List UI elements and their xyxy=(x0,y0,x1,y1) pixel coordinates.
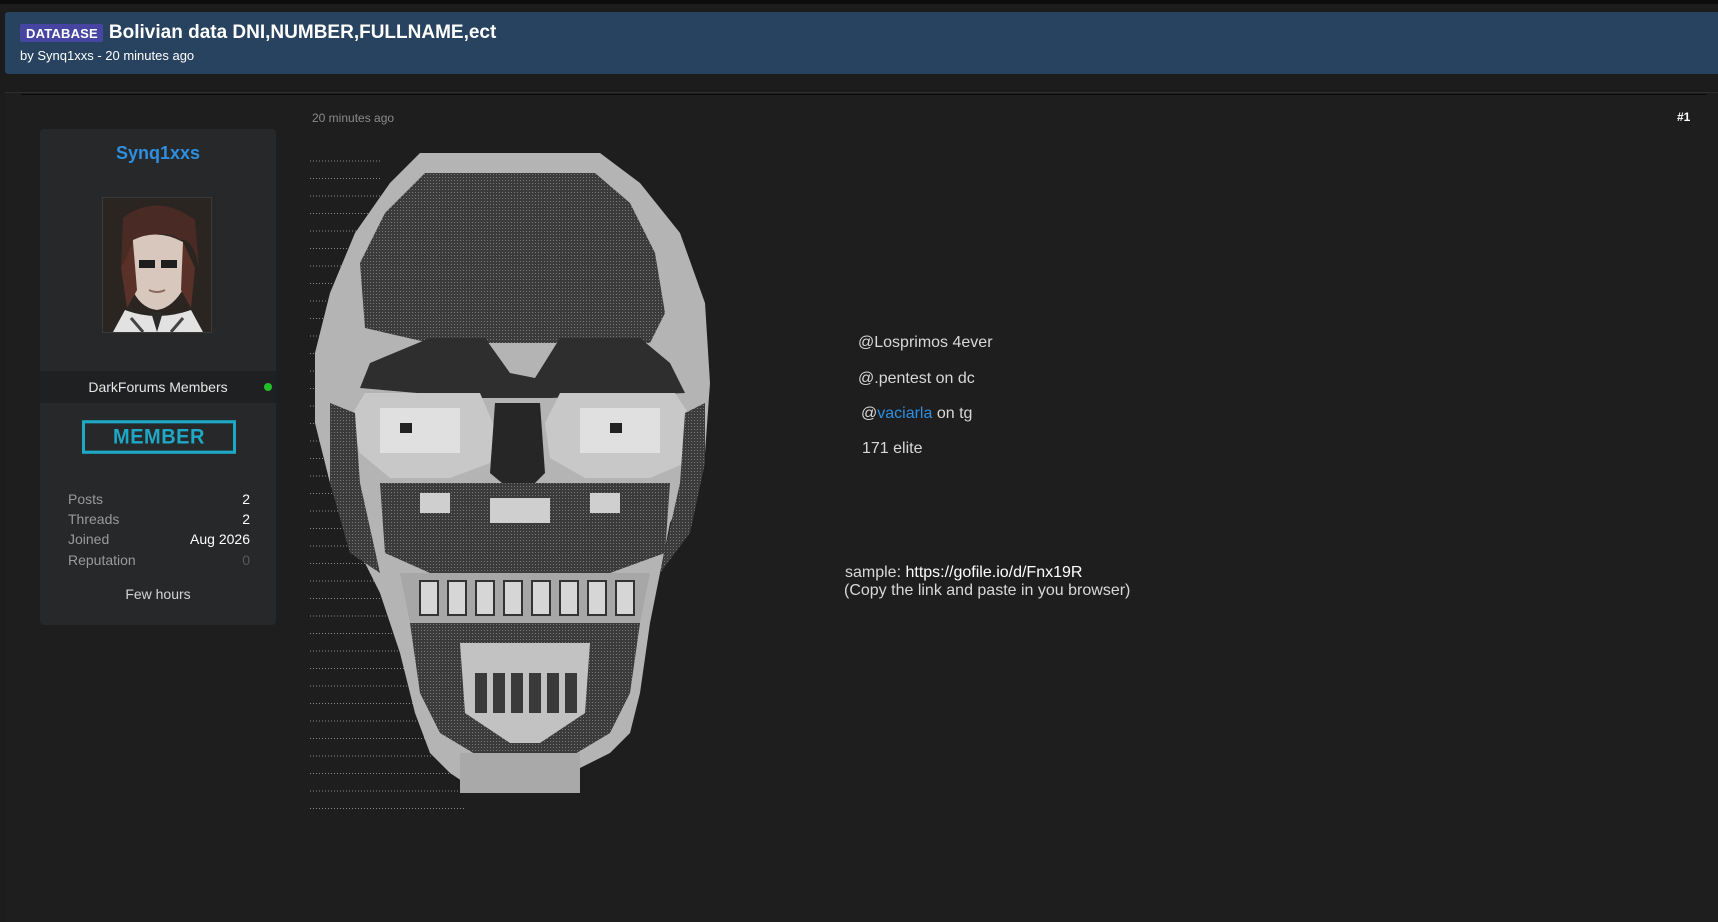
usergroup-row: DarkForums Members xyxy=(40,371,276,403)
stat-value[interactable]: 2 xyxy=(242,491,250,507)
post-line-losprimos: @Losprimos 4ever xyxy=(858,334,993,351)
usergroup-name: DarkForums Members xyxy=(88,379,228,395)
top-strip xyxy=(0,0,1718,4)
stat-value: Aug 2026 xyxy=(190,531,250,547)
thread-prefix-badge[interactable]: DATABASE xyxy=(20,24,103,42)
stat-joined: Joined Aug 2026 xyxy=(68,531,250,551)
sample-label: sample: xyxy=(845,564,906,581)
post-line-sample: sample: https://gofile.io/d/Fnx19R xyxy=(845,564,1082,582)
author-card: Synq1xxs DarkForums Members MEMBER Posts… xyxy=(40,129,276,625)
stat-label: Threads xyxy=(68,511,120,527)
stat-label: Reputation xyxy=(68,552,136,568)
tg-suffix: on tg xyxy=(932,405,973,422)
post-number-link[interactable]: #1 xyxy=(1677,110,1690,124)
author-username-link[interactable]: Synq1xxs xyxy=(40,143,276,164)
post-line-note: (Copy the link and paste in you browser) xyxy=(844,582,1131,599)
post-divider xyxy=(21,94,1706,95)
stat-posts: Posts 2 xyxy=(68,491,250,511)
stat-value[interactable]: 0 xyxy=(242,552,250,568)
stat-threads: Threads 2 xyxy=(68,511,250,531)
stat-reputation: Reputation 0 xyxy=(68,552,250,572)
stat-value[interactable]: 2 xyxy=(242,511,250,527)
ascii-skull-art xyxy=(310,153,790,813)
thread-title: Bolivian data DNI,NUMBER,FULLNAME,ect xyxy=(108,22,497,43)
tg-prefix: @ xyxy=(861,405,878,422)
post-line-pentest: @.pentest on dc xyxy=(858,370,975,387)
sample-link[interactable]: https://gofile.io/d/Fnx19R xyxy=(905,564,1082,581)
avatar[interactable] xyxy=(102,197,212,333)
online-status-icon xyxy=(264,383,272,391)
last-seen: Few hours xyxy=(125,586,191,602)
stat-label: Joined xyxy=(68,531,110,547)
post-line-elite: 171 elite xyxy=(862,440,923,457)
post-date: 20 minutes ago xyxy=(312,111,395,125)
avatar-image xyxy=(103,198,211,332)
thread-header: DATABASE Bolivian data DNI,NUMBER,FULLNA… xyxy=(5,12,1718,74)
telegram-handle-link[interactable]: vaciarla xyxy=(877,405,932,422)
thread-title-row: DATABASE Bolivian data DNI,NUMBER,FULLNA… xyxy=(20,22,496,44)
stat-label: Posts xyxy=(68,491,104,507)
post-container: Synq1xxs DarkForums Members MEMBER Posts… xyxy=(5,92,1718,922)
skull-art-image xyxy=(310,153,710,809)
thread-meta: by Synq1xxs - 20 minutes ago xyxy=(20,48,195,63)
member-rank-badge: MEMBER xyxy=(82,420,236,454)
post-line-telegram: @vaciarla on tg xyxy=(861,405,972,423)
